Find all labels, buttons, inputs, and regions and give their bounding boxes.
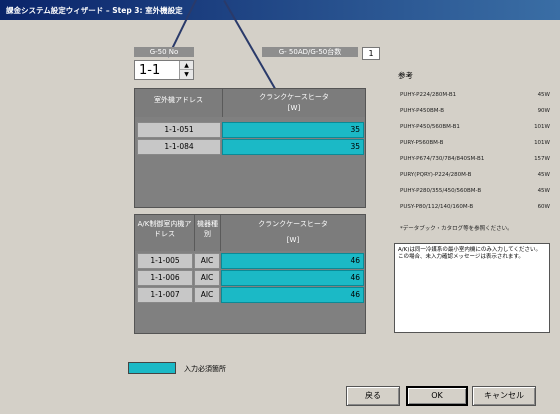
reference-panel: 参考 PUHY-P224/280M-B1 45W PUHY-P450BM-B 90W… xyxy=(398,71,550,232)
spin-down-icon[interactable]: ▼ xyxy=(180,70,193,79)
indoor-type-cell: AIC xyxy=(194,253,220,269)
window-title: 課金システム設定ウィザード – Step 3: 室外機設定 xyxy=(6,6,183,15)
outdoor-heater-input[interactable]: 35 xyxy=(222,139,364,155)
g50-no-label: G-50 No xyxy=(134,47,194,57)
outdoor-address-cell: 1-1-051 xyxy=(137,122,221,138)
indoor-heater-input[interactable]: 46 xyxy=(221,270,364,286)
info-message-box: A/K)は同一冷媒系の最小室内機にのみ入力してください。この場合、未入力確認メッ… xyxy=(394,243,550,333)
indoor-address-header: A/K制御室内機アドレス xyxy=(135,215,195,251)
indoor-heater-input[interactable]: 46 xyxy=(221,287,364,303)
indoor-heater-input[interactable]: 46 xyxy=(221,253,364,269)
required-field-legend: 入力必須箇所 xyxy=(184,365,226,373)
indoor-type-cell: AIC xyxy=(194,270,220,286)
indoor-type-cell: AIC xyxy=(194,287,220,303)
title-bar: 課金システム設定ウィザード – Step 3: 室外機設定 xyxy=(0,0,560,20)
required-field-swatch xyxy=(128,362,176,374)
ok-button[interactable]: OK xyxy=(406,386,468,406)
outdoor-heater-input[interactable]: 35 xyxy=(222,122,364,138)
indoor-address-cell: 1-1-007 xyxy=(137,287,193,303)
indoor-address-cell: 1-1-006 xyxy=(137,270,193,286)
back-button[interactable]: 戻る xyxy=(346,386,400,406)
outdoor-address-header: 室外機アドレス xyxy=(135,89,223,117)
indoor-address-cell: 1-1-005 xyxy=(137,253,193,269)
g50-no-value: 1-1 xyxy=(139,63,161,78)
indoor-heater-header: クランクケースヒータ [W] xyxy=(221,215,365,251)
reference-title: 参考 xyxy=(398,71,413,80)
g50-no-spinner[interactable]: 1-1 ▲ ▼ xyxy=(134,60,194,80)
outdoor-address-cell: 1-1-084 xyxy=(137,139,221,155)
indoor-type-header: 機器種別 xyxy=(195,215,221,251)
g50-count-label: G- 50AD/G-50台数 xyxy=(262,47,358,57)
cancel-button[interactable]: キャンセル xyxy=(472,386,536,406)
wizard-window: 課金システム設定ウィザード – Step 3: 室外機設定 G-50 No 1-… xyxy=(0,0,560,414)
g50-count-value: 1 xyxy=(362,47,380,60)
outdoor-heater-header: クランクケースヒータ [W] xyxy=(223,89,365,117)
spin-up-icon[interactable]: ▲ xyxy=(180,61,193,70)
